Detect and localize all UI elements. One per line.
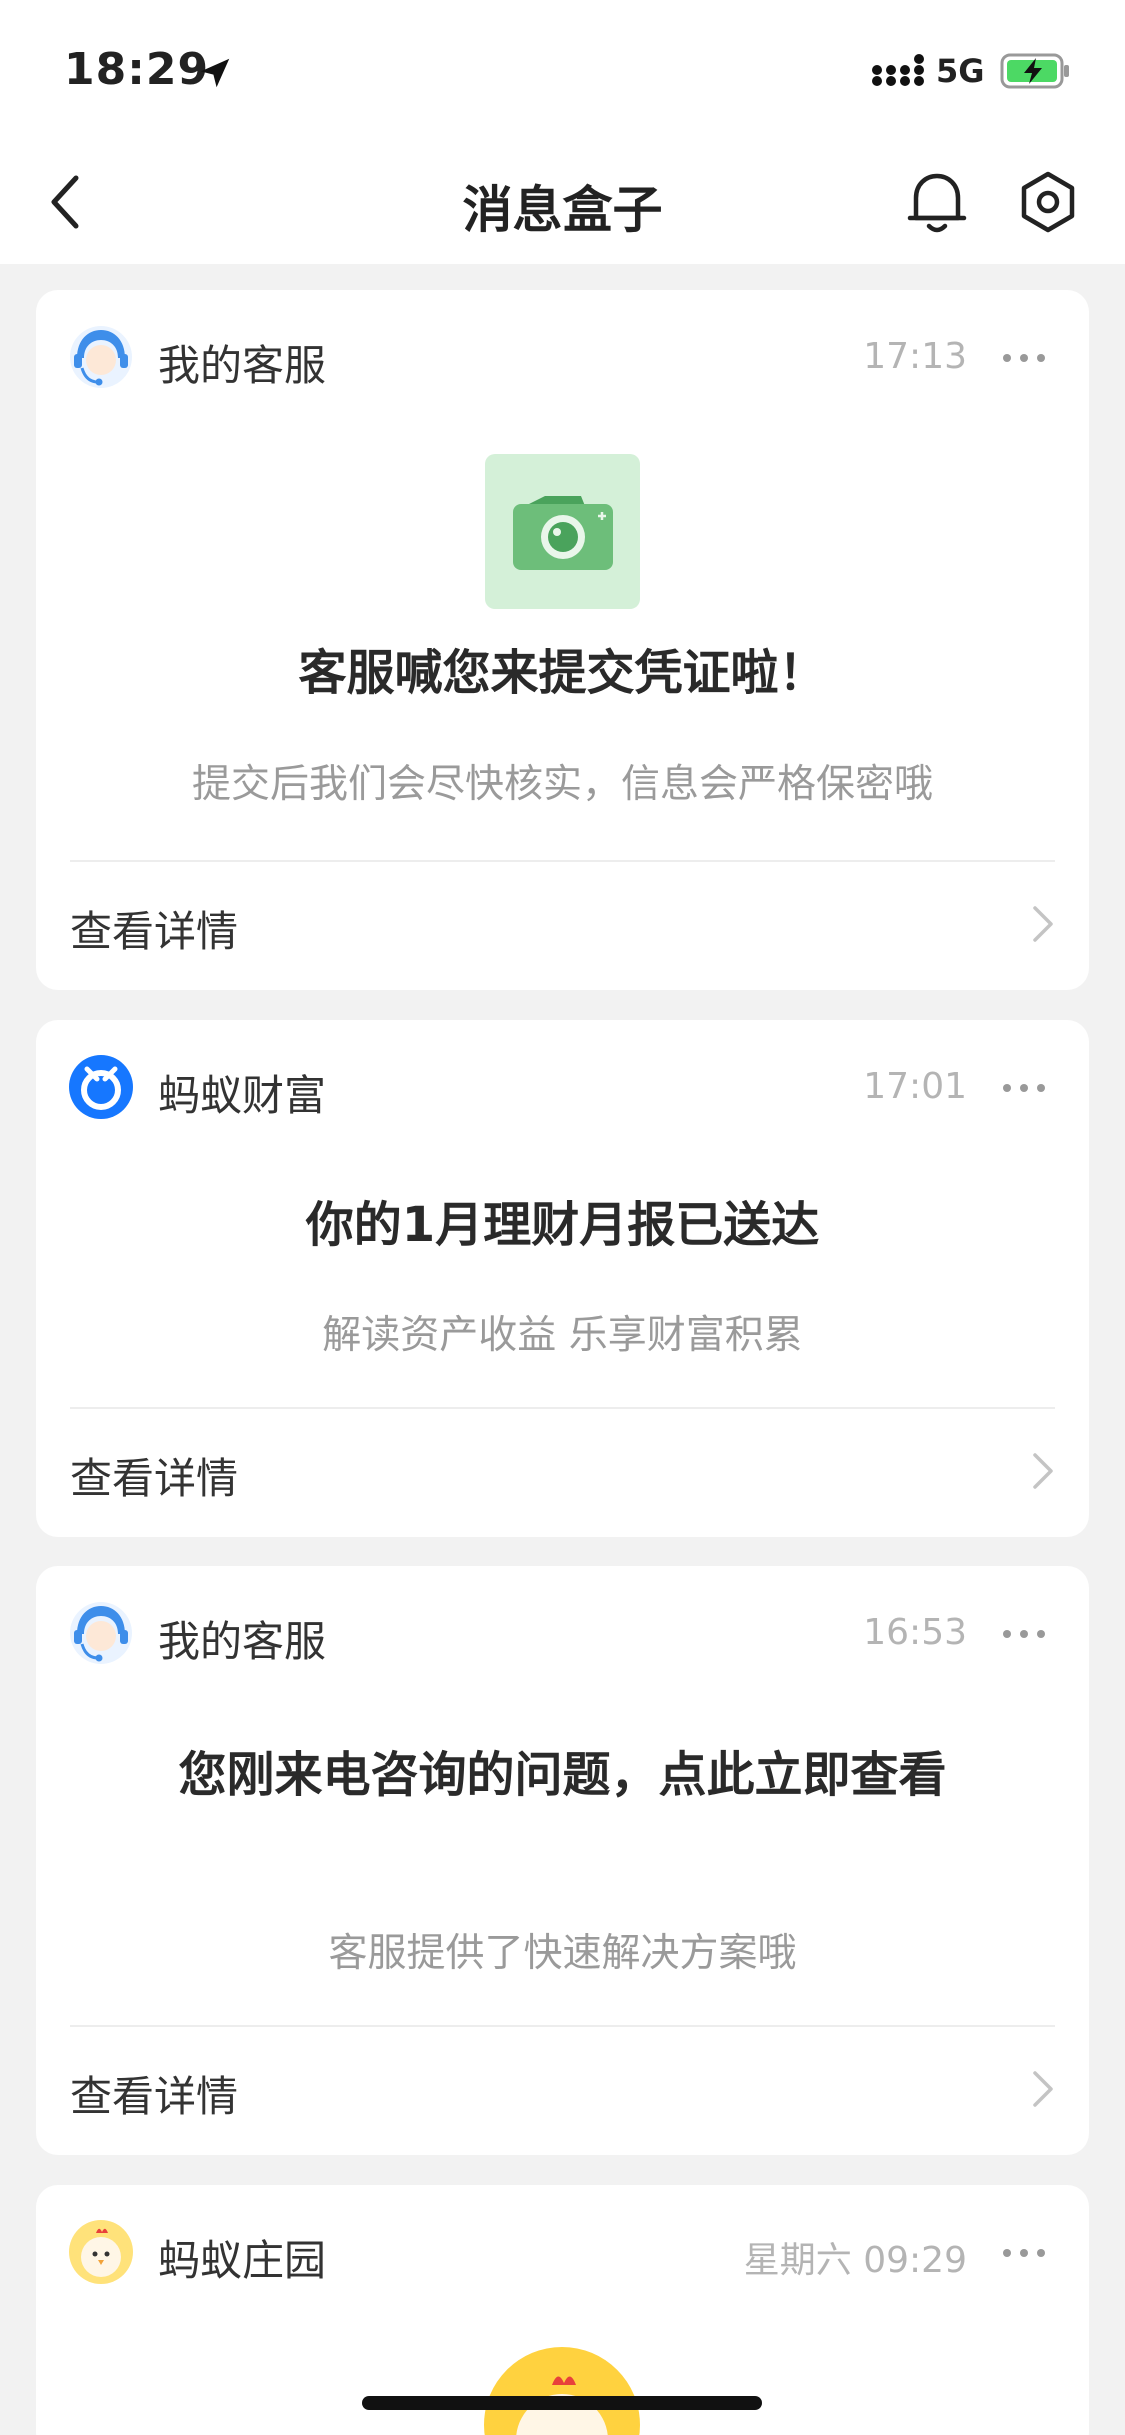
card-header: 蚂蚁财富 17:01 bbox=[36, 1020, 1089, 1154]
card-header: 我的客服 17:13 bbox=[36, 290, 1089, 424]
battery-charging-icon bbox=[1000, 53, 1069, 89]
message-subtitle: 提交后我们会尽快核实，信息会严格保密哦 bbox=[191, 762, 933, 807]
customer-service-avatar-icon bbox=[70, 326, 132, 388]
card-header: 蚂蚁庄园 星期六 09:29 bbox=[36, 2185, 1089, 2319]
message-time: 16:53 bbox=[863, 1612, 967, 1653]
network-type: 5G bbox=[936, 52, 985, 90]
bell-icon[interactable] bbox=[904, 166, 970, 238]
camera-icon bbox=[513, 496, 613, 570]
message-card[interactable]: 我的客服 17:13 客服喊您来提交凭证啦！ 提交后我们会尽快核实，信息会严格保… bbox=[36, 290, 1089, 990]
more-options-icon[interactable] bbox=[999, 340, 1049, 376]
chick-avatar-icon bbox=[69, 2220, 133, 2284]
view-details-label: 查看详情 bbox=[70, 2072, 239, 2121]
chevron-right-icon bbox=[1033, 906, 1053, 942]
camera-image bbox=[485, 454, 640, 609]
view-details-row[interactable]: 查看详情 bbox=[70, 2027, 1055, 2147]
customer-service-avatar-icon bbox=[70, 1602, 132, 1664]
message-time: 17:13 bbox=[863, 336, 967, 377]
message-source: 蚂蚁庄园 bbox=[158, 2236, 327, 2285]
gear-icon[interactable] bbox=[1012, 166, 1084, 238]
message-subtitle: 客服提供了快速解决方案哦 bbox=[328, 1931, 797, 1976]
signal-bars-icon bbox=[872, 54, 924, 86]
message-time: 17:01 bbox=[863, 1066, 967, 1107]
location-arrow-icon bbox=[200, 58, 230, 88]
message-time: 星期六 09:29 bbox=[743, 2240, 967, 2281]
chevron-right-icon bbox=[1033, 2071, 1053, 2107]
message-subtitle: 解读资产收益 乐享财富积累 bbox=[322, 1313, 803, 1358]
view-details-label: 查看详情 bbox=[70, 907, 239, 956]
chevron-right-icon bbox=[1033, 1453, 1053, 1489]
more-options-icon[interactable] bbox=[999, 1616, 1049, 1652]
ant-fortune-logo-icon bbox=[69, 1055, 133, 1119]
view-details-row[interactable]: 查看详情 bbox=[70, 1409, 1055, 1529]
message-card[interactable]: 蚂蚁财富 17:01 你的1月理财月报已送达 解读资产收益 乐享财富积累 查看详… bbox=[36, 1020, 1089, 1537]
message-source: 我的客服 bbox=[158, 341, 327, 390]
message-title: 客服喊您来提交凭证啦！ bbox=[298, 645, 827, 701]
more-options-icon[interactable] bbox=[999, 1070, 1049, 1106]
chick-illustration-icon bbox=[484, 2347, 640, 2435]
status-bar: 18:29 5G bbox=[0, 0, 1125, 140]
card-header: 我的客服 16:53 bbox=[36, 1566, 1089, 1700]
home-indicator[interactable] bbox=[362, 2396, 762, 2410]
navigation-bar: 消息盒子 bbox=[0, 140, 1125, 264]
message-source: 蚂蚁财富 bbox=[158, 1071, 327, 1120]
message-card[interactable]: 我的客服 16:53 您刚来电咨询的问题，点此立即查看 客服提供了快速解决方案哦… bbox=[36, 1566, 1089, 2155]
status-time: 18:29 bbox=[64, 44, 210, 95]
message-title: 您刚来电咨询的问题，点此立即查看 bbox=[178, 1747, 947, 1803]
view-details-label: 查看详情 bbox=[70, 1454, 239, 1503]
message-title: 你的1月理财月报已送达 bbox=[305, 1197, 820, 1253]
more-options-icon[interactable] bbox=[999, 2235, 1049, 2271]
view-details-row[interactable]: 查看详情 bbox=[70, 862, 1055, 982]
message-source: 我的客服 bbox=[158, 1617, 327, 1666]
